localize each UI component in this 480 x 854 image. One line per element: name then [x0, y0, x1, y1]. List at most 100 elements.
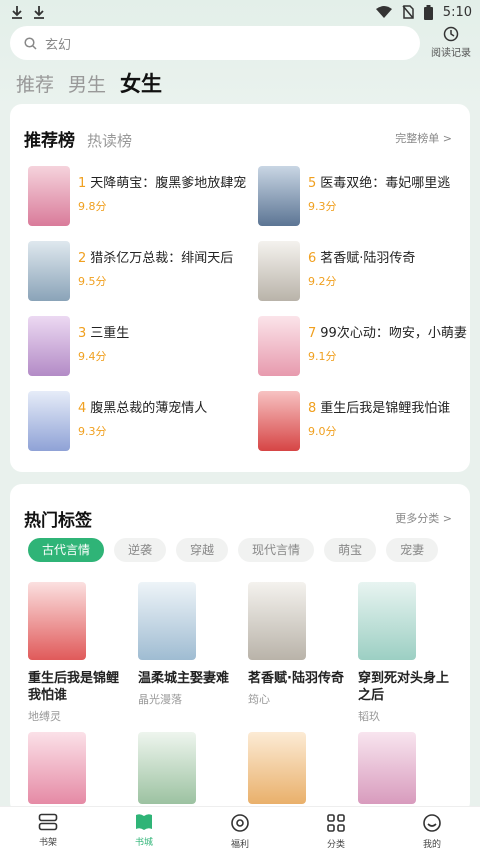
rank-score: 9.3分	[78, 425, 107, 438]
search-placeholder: 玄幻	[45, 37, 72, 53]
rank-number: 5	[308, 176, 317, 191]
rank-item[interactable]: 8 重生后我是锦鲤我怕谁 9.0分	[258, 391, 478, 451]
ranking-card: 推荐榜 热读榜 完整榜单 > 1 天降萌宝：腹黑爹地放肆宠 9.8分 2 猎杀亿万总…	[10, 104, 470, 472]
book-cover	[258, 241, 300, 301]
tab-male[interactable]: 男生	[68, 70, 106, 97]
nav-category[interactable]: 分类	[288, 807, 384, 854]
book-author: 筠心	[248, 693, 270, 706]
book-cover	[28, 732, 86, 804]
book-item[interactable]	[28, 732, 128, 804]
rank-number: 4	[78, 401, 87, 416]
rank-item[interactable]: 3 三重生 9.4分	[28, 316, 248, 376]
section-title: 热门标签	[24, 511, 92, 531]
book-cover	[258, 391, 300, 451]
rank-number: 2	[78, 251, 87, 266]
rank-tab-hot[interactable]: 热读榜	[87, 130, 132, 151]
nav-bookstore[interactable]: 书城	[96, 807, 192, 854]
nav-label: 分类	[326, 840, 345, 850]
full-ranking-link[interactable]: 完整榜单 >	[395, 130, 452, 146]
nav-mine[interactable]: 我的	[384, 807, 480, 854]
book-item[interactable]: 重生后我是锦鲤我怕谁 地缚灵	[28, 582, 128, 724]
no-sim-icon	[402, 5, 414, 19]
download-icon	[12, 6, 22, 19]
rank-item[interactable]: 5 医毒双绝：毒妃哪里逃 9.3分	[258, 166, 478, 226]
book-item[interactable]: 茗香赋·陆羽传奇 筠心	[248, 582, 348, 707]
book-cover	[28, 391, 70, 451]
book-cover	[138, 732, 196, 804]
rank-number: 7	[308, 326, 317, 341]
rank-title: 99次心动：吻安，小萌妻	[320, 326, 467, 341]
tag-chip[interactable]: 逆袭	[114, 538, 167, 562]
book-item[interactable]	[358, 732, 458, 804]
tag-chip[interactable]: 古代言情	[28, 538, 105, 562]
book-cover	[358, 582, 416, 660]
rank-score: 9.0分	[308, 425, 337, 438]
rank-item[interactable]: 7 99次心动：吻安，小萌妻 9.1分	[258, 316, 478, 376]
nav-label: 福利	[230, 840, 249, 850]
nav-label: 我的	[422, 840, 441, 850]
book-item[interactable]	[138, 732, 238, 804]
book-cover	[28, 166, 70, 226]
rank-item[interactable]: 1 天降萌宝：腹黑爹地放肆宠 9.8分	[28, 166, 248, 226]
rank-title: 天降萌宝：腹黑爹地放肆宠	[90, 176, 247, 191]
book-title: 穿到死对头身上之后	[358, 671, 450, 703]
wifi-icon	[375, 6, 392, 18]
rank-number: 6	[308, 251, 317, 266]
book-item[interactable]	[248, 732, 348, 804]
rank-item[interactable]: 6 茗香赋·陆羽传奇 9.2分	[258, 241, 478, 301]
book-cover	[248, 582, 306, 660]
book-author: 韬玖	[358, 710, 380, 723]
rank-tab-recommend[interactable]: 推荐榜	[24, 126, 75, 151]
nav-label: 书城	[134, 838, 153, 848]
rank-score: 9.5分	[78, 275, 107, 288]
book-item[interactable]: 穿到死对头身上之后 韬玖	[358, 582, 458, 724]
tag-chip[interactable]: 宠妻	[386, 538, 439, 562]
compass-icon	[231, 814, 249, 832]
nav-welfare[interactable]: 福利	[192, 807, 288, 854]
rank-title: 医毒双绝：毒妃哪里逃	[320, 176, 451, 191]
rank-score: 9.3分	[308, 200, 337, 213]
nav-label: 书架	[38, 838, 57, 848]
smile-icon	[423, 814, 441, 832]
tab-recommend[interactable]: 推荐	[16, 70, 54, 97]
rank-score: 9.1分	[308, 350, 337, 363]
rank-score: 9.8分	[78, 200, 107, 213]
more-categories-link[interactable]: 更多分类 >	[395, 510, 452, 526]
book-cover	[28, 316, 70, 376]
book-cover	[258, 316, 300, 376]
rank-number: 8	[308, 401, 317, 416]
rank-title: 三重生	[90, 326, 130, 341]
rank-title: 腹黑总裁的薄宠情人	[90, 401, 208, 416]
rank-number: 3	[78, 326, 87, 341]
search-bar[interactable]: 玄幻	[10, 26, 420, 60]
book-cover	[358, 732, 416, 804]
rank-item[interactable]: 2 猎杀亿万总裁：绯闻天后 9.5分	[28, 241, 248, 301]
book-author: 晶光漫落	[138, 693, 182, 706]
book-title: 温柔城主娶妻难	[138, 671, 230, 686]
book-author: 地缚灵	[28, 710, 61, 723]
nav-bookshelf[interactable]: 书架	[0, 807, 96, 854]
reading-history-label: 阅读记录	[431, 48, 471, 59]
book-title: 茗香赋·陆羽传奇	[248, 671, 344, 686]
rank-title: 茗香赋·陆羽传奇	[320, 251, 416, 266]
clock-icon	[443, 26, 459, 42]
book-cover	[258, 166, 300, 226]
book-title: 重生后我是锦鲤我怕谁	[28, 671, 120, 703]
hot-tags-card: 热门标签 更多分类 > 古代言情 逆袭 穿越 现代言情 萌宝 宠妻 重生后我是锦…	[10, 484, 470, 814]
download-icon	[34, 6, 44, 19]
book-cover	[28, 582, 86, 660]
tag-chip[interactable]: 萌宝	[324, 538, 377, 562]
bottom-nav: 书架 书城 福利 分类 我的	[0, 806, 480, 854]
status-bar: 5:10	[0, 0, 480, 24]
clock: 5:10	[442, 4, 472, 20]
rank-title: 猎杀亿万总裁：绯闻天后	[90, 251, 234, 266]
search-icon	[24, 36, 37, 50]
tab-female[interactable]: 女生	[120, 68, 162, 98]
book-icon	[136, 814, 152, 830]
book-item[interactable]: 温柔城主娶妻难 晶光漫落	[138, 582, 238, 707]
rank-item[interactable]: 4 腹黑总裁的薄宠情人 9.3分	[28, 391, 248, 451]
book-cover	[248, 732, 306, 804]
reading-history-button[interactable]: 阅读记录	[426, 26, 476, 62]
tag-chip[interactable]: 穿越	[176, 538, 229, 562]
tag-chip[interactable]: 现代言情	[238, 538, 315, 562]
